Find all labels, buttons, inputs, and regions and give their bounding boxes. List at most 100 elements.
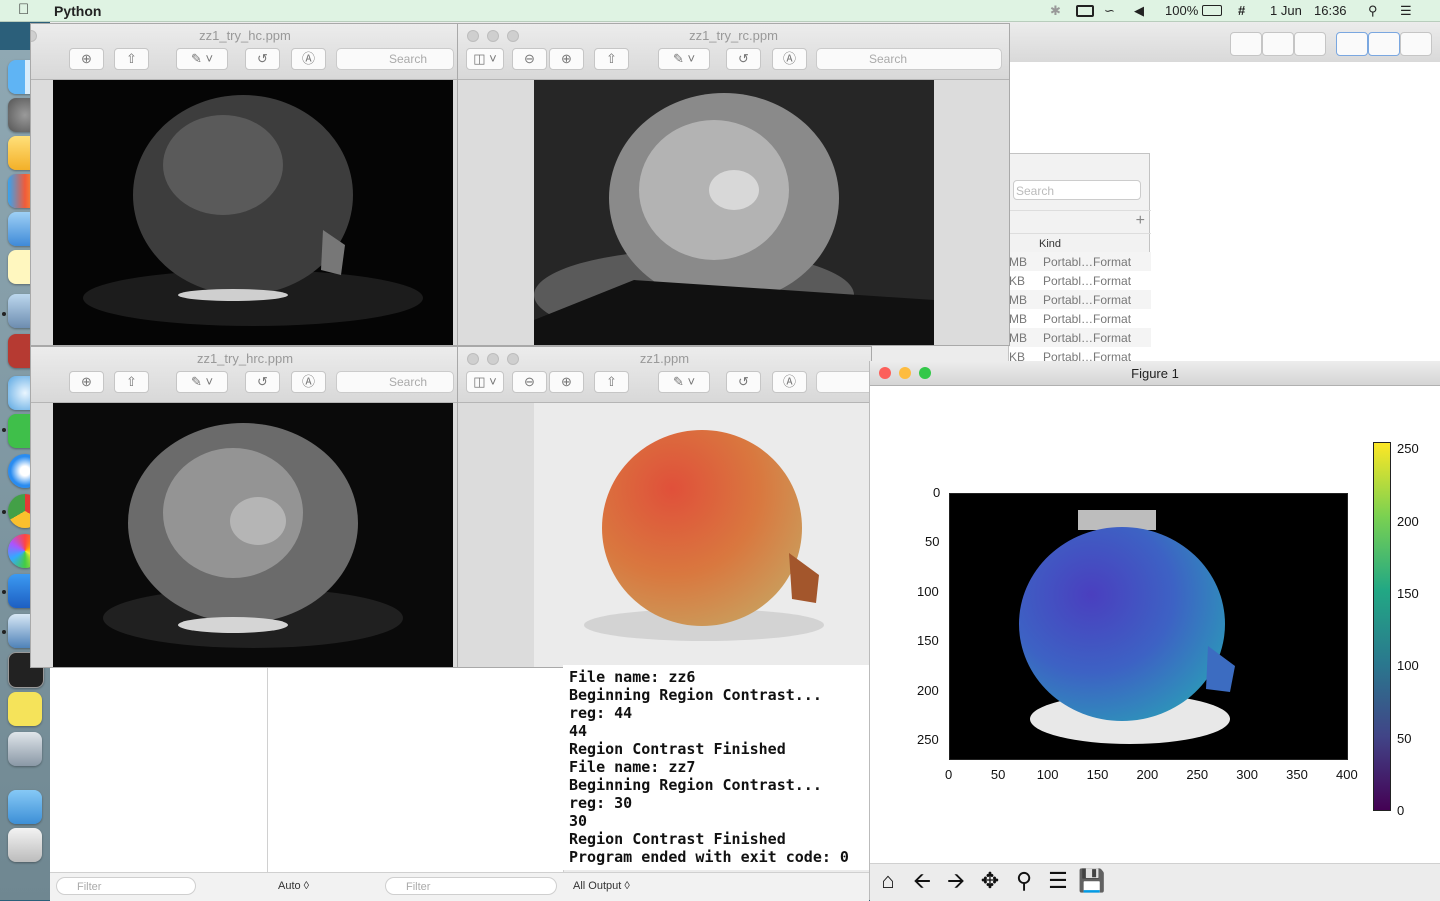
annotate-button[interactable]: Ⓐ [291,371,326,393]
running-indicator [2,510,6,514]
file-row[interactable]: MB Portabl…Format [1009,252,1151,271]
hrc-saliency-image [53,403,453,667]
forward-arrow-icon[interactable]: 🡪 [941,866,971,896]
debug-area-toggle-button[interactable] [1368,32,1400,56]
zoom-in-button[interactable]: ⊕ [69,48,104,70]
colorbar-tick-label: 200 [1397,513,1419,529]
editor-version-button[interactable] [1294,32,1326,56]
file-row[interactable]: MB Portabl…Format [1009,290,1151,309]
zoom-in-button[interactable]: ⊕ [549,48,584,70]
preview-toolbar: zz1_try_hc.ppm ⊕ ⇧ ✎ ˅ ↺ Ⓐ Search [31,24,459,80]
variables-filter-input[interactable]: Filter [56,877,196,895]
search-field[interactable]: Search [336,371,454,393]
image-view [31,80,459,345]
y-tick-label: 250 [917,732,939,748]
console-line: Beginning Region Contrast... [569,686,822,704]
stickies-dock-icon[interactable] [8,692,42,726]
launchpad-dock-icon[interactable] [8,732,42,766]
back-arrow-icon[interactable]: 🡨 [907,866,937,896]
volume-icon[interactable]: ◀ [1134,3,1144,19]
annotate-button[interactable]: Ⓐ [772,371,807,393]
zoom-out-button[interactable]: ⊖ [512,48,547,70]
trash-dock-icon[interactable] [8,828,42,862]
share-button[interactable]: ⇧ [114,371,149,393]
share-button[interactable]: ⇧ [594,371,629,393]
date-display[interactable]: 1 Jun [1270,3,1302,18]
share-button[interactable]: ⇧ [594,48,629,70]
markup-button[interactable]: ✎ ˅ [658,48,710,70]
editor-assistant-button[interactable] [1262,32,1294,56]
finder-search-input[interactable]: Search [1013,180,1141,200]
save-figure-icon[interactable]: 💾 [1077,866,1107,896]
zoom-in-button[interactable]: ⊕ [549,371,584,393]
markup-button[interactable]: ✎ ˅ [658,371,710,393]
input-method-icon[interactable]: # [1238,3,1245,18]
subplots-config-icon[interactable]: ☰ [1043,866,1073,896]
battery-percent[interactable]: 100% [1165,3,1198,18]
time-display[interactable]: 16:36 [1314,3,1347,18]
matplotlib-figure-window: Figure 1 0 50 100 150 200 250 0 50 100 150 200 250… [869,361,1440,901]
search-field[interactable]: Search [816,48,1002,70]
rotate-button[interactable]: ↺ [245,48,280,70]
auto-scope-select[interactable]: Auto ◊ [278,880,309,892]
console-line: Program ended with exit code: 0 [569,848,849,866]
rotate-button[interactable]: ↺ [245,371,280,393]
battery-icon[interactable] [1202,5,1222,16]
downloads-dock-icon[interactable] [8,790,42,824]
console-line: File name: zz7 [569,758,696,776]
markup-button[interactable]: ✎ ˅ [176,48,228,70]
file-kind: Portabl…Format [1043,255,1132,269]
navigator-toggle-button[interactable] [1336,32,1368,56]
x-tick-label: 200 [1136,767,1159,782]
search-field[interactable]: Search [336,48,454,70]
debug-console[interactable]: File name: zz6 Beginning Region Contrast… [563,665,873,870]
plot-axes[interactable] [949,493,1348,760]
zoom-out-button[interactable]: ⊖ [512,371,547,393]
running-indicator [2,312,6,316]
file-kind: Portabl…Format [1043,312,1132,326]
annotate-button[interactable]: Ⓐ [772,48,807,70]
editor-standard-button[interactable] [1230,32,1262,56]
spotlight-search-icon[interactable]: ⚲ [1368,3,1378,19]
preview-window-hc: zz1_try_hc.ppm ⊕ ⇧ ✎ ˅ ↺ Ⓐ Search [30,23,460,346]
file-size: MB [1009,312,1027,326]
y-tick-label: 0 [933,485,941,500]
file-size: MB [1009,255,1027,269]
annotate-button[interactable]: Ⓐ [291,48,326,70]
file-size: MB [1009,331,1027,345]
app-menu[interactable]: Python [54,3,101,19]
wifi-icon[interactable]: ∽ [1104,3,1115,19]
file-row[interactable]: MB Portabl…Format [1009,309,1151,328]
output-scope-select[interactable]: All Output ◊ [573,880,630,892]
file-row[interactable]: MB Portabl…Format [1009,328,1151,347]
finder-window: Search + Kind MB Portabl…Format KB Portabl…… [1008,153,1151,366]
bluetooth-icon[interactable]: ✱ [1050,3,1061,19]
zoom-icon[interactable]: ⚲ [1009,866,1039,896]
sidebar-button[interactable]: ◫ ˅ [466,371,504,393]
console-line: Region Contrast Finished [569,740,786,758]
notification-center-icon[interactable]: ☰ [1400,3,1412,19]
add-icon[interactable]: + [1136,212,1145,230]
rotate-button[interactable]: ↺ [726,48,761,70]
zoom-in-button[interactable]: ⊕ [69,371,104,393]
file-row[interactable]: KB Portabl…Format [1009,271,1151,290]
console-line: File name: zz6 [569,668,696,686]
finder-path-bar: + [1009,210,1151,234]
home-icon[interactable]: ⌂ [873,866,903,896]
console-line: Beginning Region Contrast... [569,776,822,794]
sidebar-button[interactable]: ◫ ˅ [466,48,504,70]
window-title: zz1.ppm [639,351,690,366]
share-button[interactable]: ⇧ [114,48,149,70]
memory-status-icon[interactable] [1076,5,1094,17]
file-size: KB [1009,274,1026,288]
running-indicator [2,590,6,594]
utilities-toggle-button[interactable] [1400,32,1432,56]
rotate-button[interactable]: ↺ [726,371,761,393]
search-field[interactable] [816,371,871,393]
markup-button[interactable]: ✎ ˅ [176,371,228,393]
pan-icon[interactable]: ✥ [975,866,1005,896]
console-filter-input[interactable]: Filter [385,877,557,895]
kind-column-header[interactable]: Kind [1039,238,1061,250]
file-size: MB [1009,293,1027,307]
apple-menu-icon[interactable]:  [18,1,29,18]
